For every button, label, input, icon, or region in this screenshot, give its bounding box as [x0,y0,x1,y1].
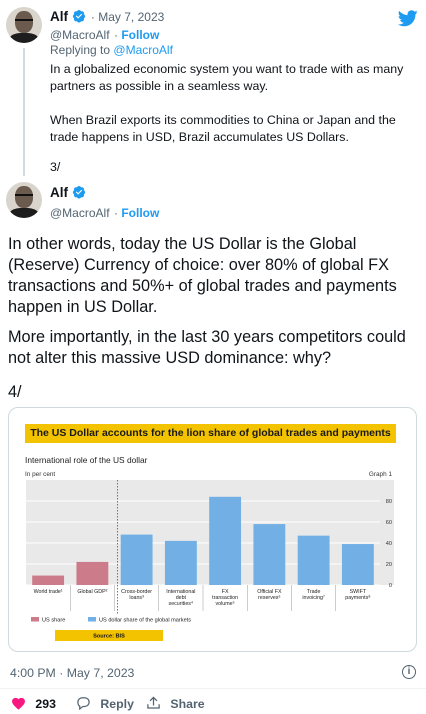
y-tick-label: 80 [386,499,392,505]
like-button[interactable]: 293 [11,696,56,711]
bar [209,496,242,585]
follow-button[interactable]: Follow [121,28,159,42]
bar [341,544,374,585]
author-name[interactable]: Alf [50,185,68,200]
category-label: Official FX reserves⁶ [257,589,282,601]
twitter-bird-icon[interactable] [398,10,418,27]
tweet2-paragraph-1: In other words, today the US Dollar is t… [8,235,397,316]
bar [76,561,109,585]
bar [164,540,197,585]
avatar[interactable] [6,7,42,43]
bar [253,524,286,585]
tweet2-paragraph-2: More importantly, in the last 30 years c… [8,328,406,367]
bar [120,534,153,585]
replying-handle-link[interactable]: @MacroAlf [113,43,173,57]
divider [0,688,426,689]
like-count: 293 [35,697,56,711]
tweet2-header: Alf [50,184,86,202]
share-button[interactable]: Share [146,696,205,711]
verified-badge-icon [73,186,86,199]
tweet2-paragraph-3: 4/ [8,383,22,401]
y-tick-label: 20 [386,562,392,568]
share-label: Share [170,697,205,711]
tweet-timestamp[interactable]: 4:00 PM · May 7, 2023 [10,666,134,680]
source-label: Source: BIS [93,634,125,640]
reply-label: Reply [100,697,134,711]
y-tick-label: 40 [386,541,392,547]
tweet1-header: Alf · May 7, 2023 [50,8,164,26]
legend-label: US dollar share of the global markets [99,618,191,624]
category-label: International debt securities⁴ [166,589,195,607]
reply-button[interactable]: Reply [76,696,134,711]
tweet1-paragraph-2: When Brazil exports its commodities to C… [50,113,396,144]
tweet-date[interactable]: May 7, 2023 [98,10,164,24]
replying-prefix: Replying to [50,43,111,57]
info-icon[interactable]: i [402,665,416,679]
bar [32,575,65,585]
replying-to: Replying to @MacroAlf [50,43,173,57]
follow-button[interactable]: Follow [121,206,159,220]
verified-badge-icon [73,10,86,23]
author-name[interactable]: Alf [50,9,68,24]
thread-connector-line [23,48,25,176]
legend-swatch [88,617,96,622]
tweet2-handle-row: @MacroAlf · Follow [50,206,160,220]
author-handle[interactable]: @MacroAlf [50,206,110,220]
bar [297,535,330,585]
y-tick-label: 60 [386,520,392,526]
tweet-media-chart[interactable]: The US Dollar accounts for the lion shar… [8,407,417,652]
category-label: Global GDP² [77,589,107,595]
category-label: World trade¹ [34,589,63,595]
share-icon [147,696,160,709]
category-label: Cross-border loans³ [121,589,152,601]
legend-label: US share [42,618,65,624]
tweet1-handle-row: @MacroAlf · Follow [50,28,160,42]
tweet1-paragraph-1: In a globalized economic system you want… [50,62,404,93]
tweet1-paragraph-3: 3/ [50,160,61,174]
heart-icon [12,697,25,710]
category-label: SWIFT payments⁸ [345,589,370,601]
category-label: FX transaction volume⁵ [212,589,238,607]
reply-icon [77,697,90,711]
y-tick-label: 0 [389,583,392,589]
category-label: Trade invoicing⁷ [302,589,325,601]
bar-chart: 0 20 40 60 80 World trade¹ Global GDP² Cross-bo… [26,480,394,641]
avatar[interactable] [6,182,42,218]
legend-swatch [31,617,39,622]
author-handle[interactable]: @MacroAlf [50,28,110,42]
